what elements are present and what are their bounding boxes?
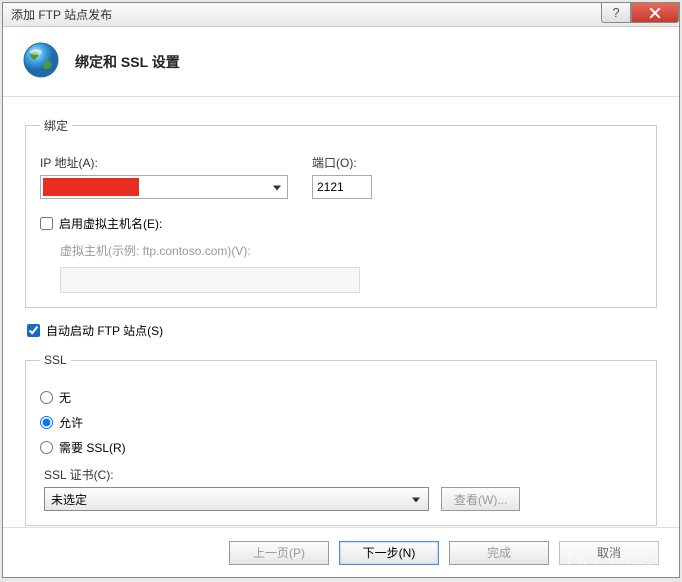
chevron-down-icon bbox=[273, 186, 281, 191]
autostart-label: 自动启动 FTP 站点(S) bbox=[46, 322, 163, 339]
ssl-require-label: 需要 SSL(R) bbox=[59, 439, 126, 456]
vhost-input bbox=[60, 267, 360, 293]
help-icon: ? bbox=[612, 5, 619, 20]
ssl-allow-radio[interactable] bbox=[40, 416, 53, 429]
view-cert-button: 查看(W)... bbox=[441, 487, 520, 511]
binding-legend: 绑定 bbox=[40, 117, 72, 134]
autostart-checkbox[interactable] bbox=[27, 324, 40, 337]
content-area: 绑定 IP 地址(A): 端口(O): 启用虚拟主机名(E): bbox=[3, 97, 679, 527]
port-label: 端口(O): bbox=[312, 154, 372, 171]
finish-button: 完成 bbox=[449, 541, 549, 565]
enable-vhost-checkbox[interactable] bbox=[40, 217, 53, 230]
ip-address-label: IP 地址(A): bbox=[40, 154, 288, 171]
ssl-require-radio[interactable] bbox=[40, 441, 53, 454]
close-icon bbox=[649, 7, 661, 19]
cert-label: SSL 证书(C): bbox=[44, 466, 642, 483]
ssl-legend: SSL bbox=[40, 353, 71, 367]
cancel-button[interactable]: 取消 bbox=[559, 541, 659, 565]
prev-button: 上一页(P) bbox=[229, 541, 329, 565]
titlebar-controls: ? bbox=[601, 3, 679, 23]
ssl-none-label: 无 bbox=[59, 389, 71, 406]
vhost-label: 虚拟主机(示例: ftp.contoso.com)(V): bbox=[60, 242, 642, 259]
dialog-footer: 上一页(P) 下一步(N) 完成 取消 bbox=[3, 527, 679, 577]
help-button[interactable]: ? bbox=[601, 3, 631, 23]
binding-fieldset: 绑定 IP 地址(A): 端口(O): 启用虚拟主机名(E): bbox=[25, 117, 657, 308]
dialog-window: 添加 FTP 站点发布 ? bbox=[2, 2, 680, 578]
cert-select[interactable]: 未选定 bbox=[44, 487, 429, 511]
ssl-none-radio[interactable] bbox=[40, 391, 53, 404]
cert-value: 未选定 bbox=[51, 491, 87, 508]
chevron-down-icon bbox=[412, 498, 420, 503]
window-title: 添加 FTP 站点发布 bbox=[3, 6, 112, 23]
ip-redacted-block bbox=[43, 178, 139, 196]
titlebar: 添加 FTP 站点发布 ? bbox=[3, 3, 679, 27]
dialog-header: 绑定和 SSL 设置 bbox=[3, 27, 679, 97]
ip-address-select[interactable] bbox=[40, 175, 288, 199]
port-input[interactable] bbox=[312, 175, 372, 199]
enable-vhost-label: 启用虚拟主机名(E): bbox=[59, 215, 162, 232]
next-button[interactable]: 下一步(N) bbox=[339, 541, 439, 565]
globe-icon bbox=[21, 40, 61, 83]
close-button[interactable] bbox=[631, 3, 679, 23]
ssl-fieldset: SSL 无 允许 需要 SSL(R) SSL 证书(C): 未选定 bbox=[25, 353, 657, 526]
page-title: 绑定和 SSL 设置 bbox=[75, 52, 180, 72]
ssl-allow-label: 允许 bbox=[59, 414, 83, 431]
